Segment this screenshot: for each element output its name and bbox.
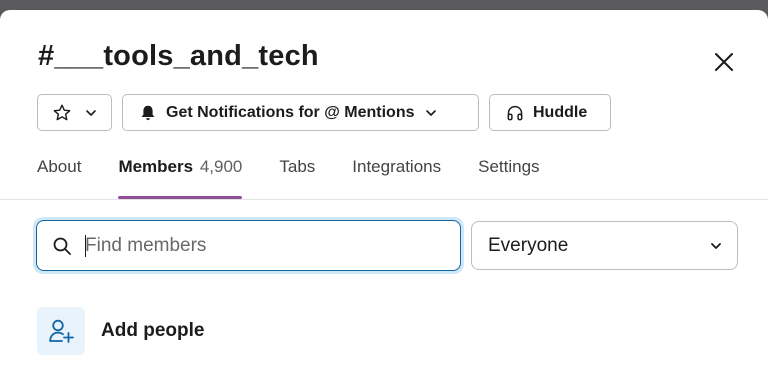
notifications-button[interactable]: Get Notifications for @ Mentions bbox=[122, 94, 479, 131]
chevron-down-icon bbox=[425, 109, 436, 116]
star-button[interactable] bbox=[37, 94, 112, 131]
close-button[interactable] bbox=[710, 48, 738, 76]
tab-bar: About Members 4,900 Tabs Integrations Se… bbox=[37, 157, 577, 200]
tab-label: Settings bbox=[478, 157, 540, 176]
tab-label: Members bbox=[118, 157, 194, 176]
tab-label: About bbox=[37, 157, 82, 176]
tab-members[interactable]: Members 4,900 bbox=[118, 157, 242, 200]
search-icon bbox=[53, 237, 71, 255]
huddle-button[interactable]: Huddle bbox=[489, 94, 611, 131]
search-input[interactable] bbox=[85, 234, 425, 257]
tab-divider bbox=[0, 199, 768, 200]
tab-settings[interactable]: Settings bbox=[478, 157, 539, 200]
chevron-down-icon bbox=[86, 109, 96, 116]
close-icon bbox=[715, 53, 733, 71]
huddle-label: Huddle bbox=[533, 103, 588, 121]
star-icon bbox=[53, 104, 71, 120]
chevron-down-icon bbox=[711, 242, 721, 249]
member-count: 4,900 bbox=[199, 157, 243, 176]
channel-title: #___tools_and_tech bbox=[38, 40, 319, 72]
notifications-label: Get Notifications for @ Mentions bbox=[166, 103, 415, 121]
search-field[interactable] bbox=[36, 220, 461, 271]
member-filter-select[interactable]: Everyone bbox=[471, 221, 738, 270]
add-people-label: Add people bbox=[101, 320, 205, 341]
headphones-icon bbox=[507, 105, 523, 120]
tab-integrations[interactable]: Integrations bbox=[352, 157, 441, 200]
tab-label: Tabs bbox=[279, 157, 316, 176]
tab-label: Integrations bbox=[352, 157, 442, 176]
tab-tabs[interactable]: Tabs bbox=[279, 157, 315, 200]
channel-actions: Get Notifications for @ Mentions Huddle bbox=[37, 94, 611, 131]
tab-about[interactable]: About bbox=[37, 157, 81, 200]
add-people-icon-tile bbox=[37, 307, 85, 355]
search-focus-ring bbox=[33, 217, 464, 274]
add-user-icon bbox=[49, 319, 74, 343]
channel-details-modal: #___tools_and_tech Get Notifications for… bbox=[0, 10, 768, 366]
filter-selected-value: Everyone bbox=[488, 234, 569, 256]
add-people-button[interactable]: Add people bbox=[37, 307, 204, 355]
bell-icon bbox=[141, 105, 155, 120]
